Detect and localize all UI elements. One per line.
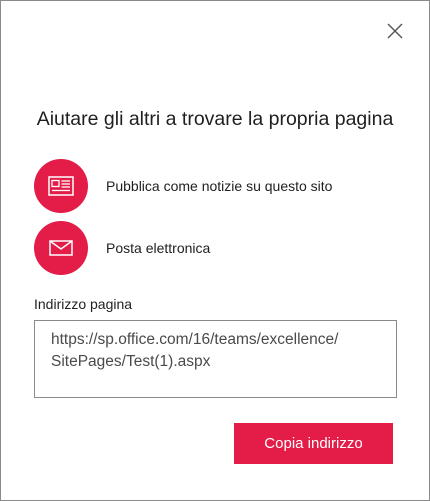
close-icon (387, 23, 403, 39)
close-button[interactable] (382, 18, 408, 44)
copy-address-button[interactable]: Copia indirizzo (234, 423, 393, 464)
share-by-email-circle (34, 221, 88, 275)
share-by-email-label: Posta elettronica (106, 240, 211, 256)
share-as-news-circle (34, 159, 88, 213)
share-dialog: Aiutare gli altri a trovare la propria p… (0, 0, 430, 501)
newspaper-icon (48, 176, 74, 196)
dialog-title: Aiutare gli altri a trovare la propria p… (36, 108, 394, 130)
page-address-field[interactable]: https://sp.office.com/16/teams/excellenc… (34, 320, 397, 398)
envelope-icon (49, 240, 73, 256)
share-as-news-label: Pubblica come notizie su questo sito (106, 178, 333, 194)
page-address-label: Indirizzo pagina (34, 296, 133, 312)
share-by-email-option[interactable]: Posta elettronica (34, 221, 210, 275)
share-as-news-option[interactable]: Pubblica come notizie su questo sito (34, 159, 332, 213)
